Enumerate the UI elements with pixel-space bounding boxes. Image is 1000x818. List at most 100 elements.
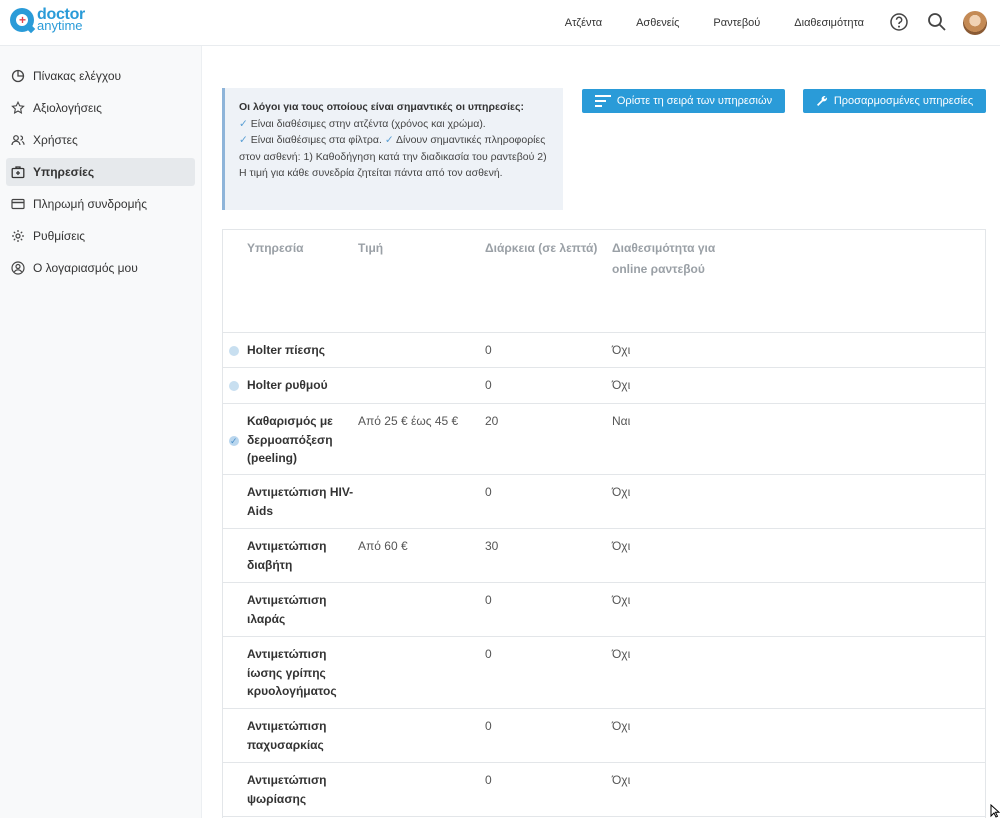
- logo-plus: +: [19, 13, 27, 27]
- header-online[interactable]: Διαθεσιμότητα για online ραντεβού: [612, 238, 732, 332]
- table-row[interactable]: Αντιμετώπιση παχυσαρκίας 0 Όχι: [223, 709, 985, 763]
- sidebar-item-label: Ο λογαριασμός μου: [33, 261, 138, 275]
- services-table: Υπηρεσία Τιμή Διάρκεια (σε λεπτά) Διαθεσ…: [222, 229, 986, 818]
- check-icon: ✓: [239, 117, 248, 130]
- nav-patients[interactable]: Ασθενείς: [636, 17, 679, 29]
- table-row[interactable]: Αντιμετώπιση ιλαράς 0 Όχι: [223, 583, 985, 637]
- sidebar-item-reviews[interactable]: Αξιολογήσεις: [6, 94, 195, 122]
- table-row[interactable]: Holter ρυθμού 0 Όχι: [223, 368, 985, 404]
- sidebar-item-subscription[interactable]: Πληρωμή συνδρομής: [6, 190, 195, 218]
- help-icon[interactable]: [889, 12, 909, 32]
- sidebar-item-dashboard[interactable]: Πίνακας ελέγχου: [6, 62, 195, 90]
- search-icon[interactable]: [927, 12, 947, 32]
- service-online: Όχι: [612, 647, 631, 661]
- order-services-button[interactable]: Ορίστε τη σειρά των υπηρεσιών: [582, 89, 785, 113]
- status-dot: [229, 346, 239, 356]
- sort-lines-icon: [594, 95, 611, 107]
- service-name: Αντιμετώπιση ιλαράς: [247, 593, 327, 626]
- check-icon: ✓: [239, 134, 248, 146]
- service-duration: 0: [485, 593, 492, 607]
- service-price: [358, 376, 485, 403]
- dashboard-icon: [11, 69, 25, 83]
- star-icon: [11, 101, 25, 114]
- service-name: Αντιμετώπιση HIV-Aids: [247, 485, 354, 518]
- service-price: [358, 645, 485, 708]
- info-reason-1: Είναι διαθέσιμες στην ατζέντα (χρόνος κα…: [250, 117, 486, 130]
- service-duration: 20: [485, 414, 499, 428]
- sidebar: Πίνακας ελέγχου Αξιολογήσεις Χρήστες Υπη…: [0, 46, 202, 818]
- nav-agenda[interactable]: Ατζέντα: [565, 17, 602, 29]
- table-row[interactable]: Καθαρισμός με δερμοαπόξεση (peeling) Από…: [223, 404, 985, 475]
- table-row[interactable]: Αντιμετώπιση ίωσης γρίπης κρυολογήματος …: [223, 637, 985, 709]
- top-header: + doctor anytime Ατζέντα Ασθενείς Ραντεβ…: [0, 0, 1000, 46]
- header-duration[interactable]: Διάρκεια (σε λεπτά): [485, 238, 612, 332]
- sidebar-item-services[interactable]: Υπηρεσίες: [6, 158, 195, 186]
- service-duration: 0: [485, 378, 492, 392]
- service-name: Καθαρισμός με δερμοαπόξεση (peeling): [247, 414, 333, 465]
- service-name: Αντιμετώπιση διαβήτη: [247, 539, 327, 572]
- account-icon: [11, 261, 25, 275]
- service-price: Από 60 €: [358, 539, 408, 553]
- doctoranytime-logo[interactable]: + doctor anytime: [10, 6, 85, 34]
- table-header: Υπηρεσία Τιμή Διάρκεια (σε λεπτά) Διαθεσ…: [223, 230, 985, 333]
- service-price: Από 25 € έως 45 €: [358, 414, 459, 428]
- service-online: Όχι: [612, 773, 631, 787]
- table-row[interactable]: Holter πίεσης 0 Όχι: [223, 333, 985, 368]
- service-price: [358, 341, 485, 367]
- info-reason-2: Είναι διαθέσιμες στα φίλτρα.: [250, 134, 382, 146]
- logo-text-anytime: anytime: [37, 17, 83, 33]
- custom-services-button[interactable]: Προσαρμοσμένες υπηρεσίες: [803, 89, 986, 113]
- mouse-cursor-icon: [990, 804, 1000, 818]
- service-duration: 0: [485, 719, 492, 733]
- sidebar-item-settings[interactable]: Ρυθμίσεις: [6, 222, 195, 250]
- service-online: Όχι: [612, 719, 631, 733]
- service-online: Ναι: [612, 414, 631, 428]
- gear-icon: [12, 230, 24, 242]
- table-row[interactable]: Αντιμετώπιση HIV-Aids 0 Όχι: [223, 475, 985, 529]
- users-icon: [11, 135, 25, 146]
- service-online: Όχι: [612, 343, 631, 357]
- header-price[interactable]: Τιμή: [358, 238, 485, 332]
- service-price: [358, 771, 485, 816]
- sidebar-item-label: Ρυθμίσεις: [33, 229, 86, 243]
- sidebar-item-label: Υπηρεσίες: [33, 165, 95, 179]
- order-services-label: Ορίστε τη σειρά των υπηρεσιών: [616, 95, 773, 107]
- service-name: Αντιμετώπιση ψωρίασης: [247, 773, 327, 806]
- service-duration: 0: [485, 485, 492, 499]
- service-duration: 0: [485, 343, 492, 357]
- selected-check-icon: [229, 432, 239, 451]
- header-service[interactable]: Υπηρεσία: [223, 238, 358, 332]
- service-online: Όχι: [612, 593, 631, 607]
- status-dot: [229, 381, 239, 391]
- service-price: [358, 717, 485, 762]
- service-name: Αντιμετώπιση παχυσαρκίας: [247, 719, 327, 752]
- service-name: Αντιμετώπιση ίωσης γρίπης κρυολογήματος: [247, 647, 337, 698]
- service-duration: 0: [485, 647, 492, 661]
- service-online: Όχι: [612, 485, 631, 499]
- service-name: Holter ρυθμού: [247, 378, 328, 392]
- service-online: Όχι: [612, 539, 631, 553]
- sidebar-item-users[interactable]: Χρήστες: [6, 126, 195, 154]
- wrench-icon: [816, 96, 827, 106]
- check-icon: ✓: [384, 134, 394, 146]
- sidebar-item-account[interactable]: Ο λογαριασμός μου: [6, 254, 195, 282]
- top-nav: Ατζέντα Ασθενείς Ραντεβού Διαθεσιμότητα: [531, 0, 864, 46]
- service-online: Όχι: [612, 378, 631, 392]
- logo-mark-icon: +: [10, 8, 36, 34]
- sidebar-item-label: Πίνακας ελέγχου: [33, 69, 122, 83]
- table-row[interactable]: Αντιμετώπιση διαβήτη Από 60 € 30 Όχι: [223, 529, 985, 583]
- service-name: Holter πίεσης: [247, 343, 325, 357]
- service-duration: 0: [485, 773, 492, 787]
- nav-appointments[interactable]: Ραντεβού: [713, 17, 760, 29]
- services-info-box: Οι λόγοι για τους οποίους είναι σημαντικ…: [222, 88, 563, 210]
- service-price: [358, 483, 485, 528]
- main-content: Οι λόγοι για τους οποίους είναι σημαντικ…: [202, 46, 1000, 818]
- table-row[interactable]: Αντιμετώπιση ψωρίασης 0 Όχι: [223, 763, 985, 817]
- credit-card-icon: [11, 198, 25, 210]
- custom-services-label: Προσαρμοσμένες υπηρεσίες: [833, 95, 974, 107]
- sidebar-item-label: Χρήστες: [33, 133, 78, 147]
- nav-availability[interactable]: Διαθεσιμότητα: [794, 17, 864, 29]
- user-avatar[interactable]: [963, 11, 987, 35]
- info-title: Οι λόγοι για τους οποίους είναι σημαντικ…: [239, 101, 524, 113]
- sidebar-item-label: Αξιολογήσεις: [33, 101, 102, 115]
